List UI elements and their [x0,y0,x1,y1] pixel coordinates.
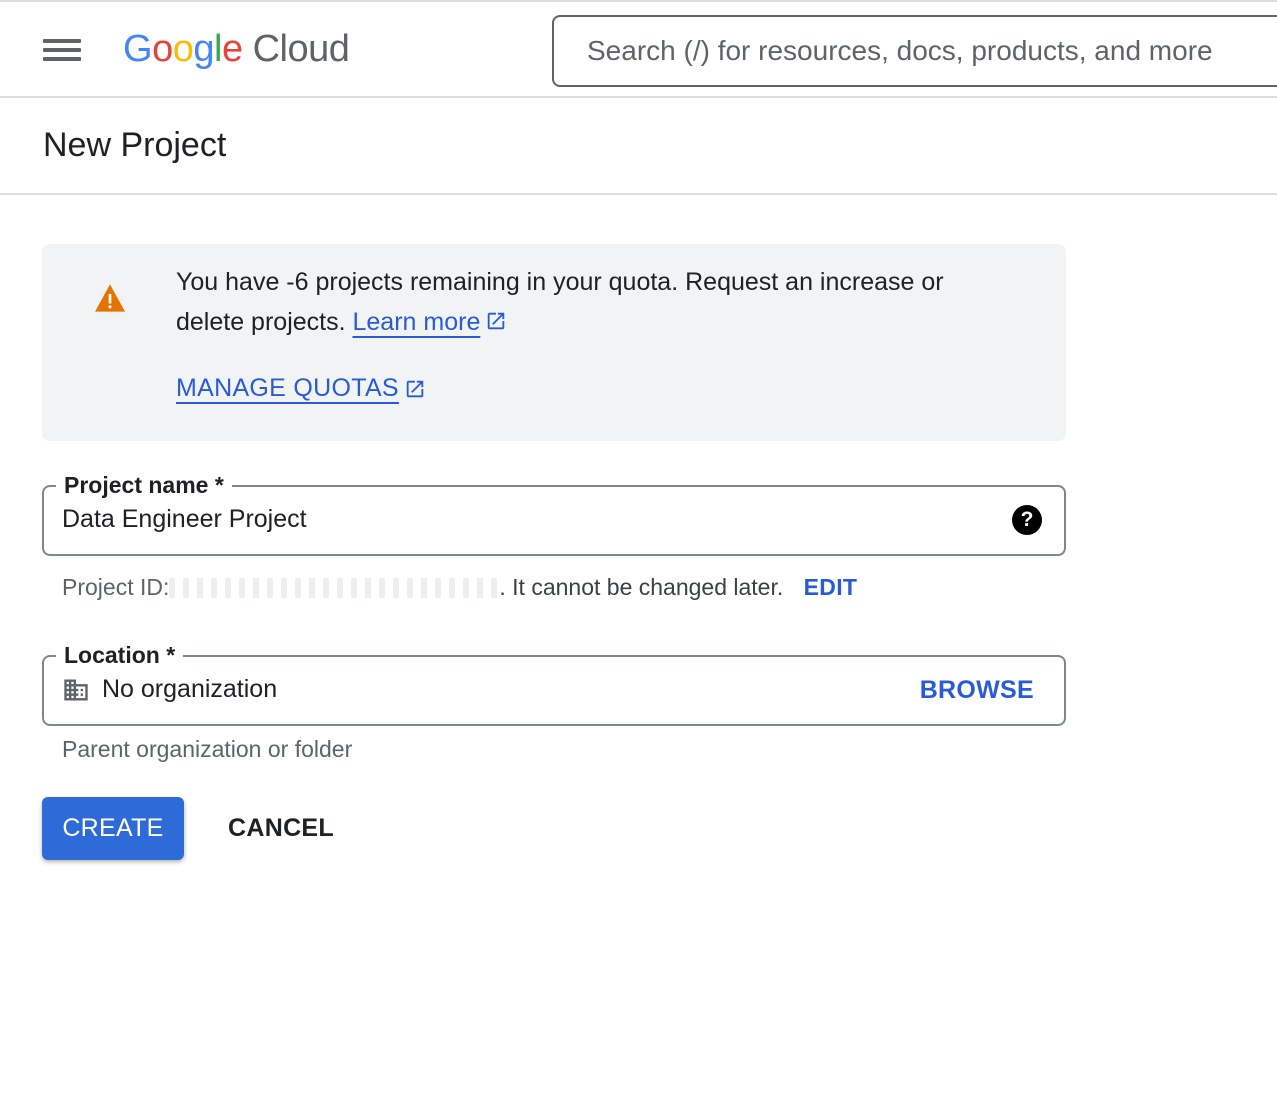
page-title: New Project [43,126,227,164]
project-id-prefix: Project ID: [62,574,170,600]
google-cloud-logo[interactable]: Google Cloud [123,28,350,76]
top-bar: Google Cloud [0,0,1277,98]
location-value: No organization [102,675,278,703]
quota-alert-message: You have -6 projects remaining in your q… [176,262,1016,342]
external-link-icon [406,380,424,397]
page-header: New Project [0,98,1277,195]
manage-quotas-link[interactable]: MANAGE QUOTAS [176,374,426,403]
organization-icon [64,679,88,701]
external-link-icon[interactable] [485,310,507,332]
project-id-hint: Project ID: . It cannot be changed later.… [62,574,857,601]
main-menu-button[interactable] [36,32,88,72]
alert-message-text: You have -6 projects remaining in your q… [176,268,944,336]
hamburger-icon [43,39,81,43]
cancel-button[interactable]: CANCEL [215,797,347,860]
project-name-label: Project name * [56,470,232,500]
browse-button[interactable]: BROWSE [920,676,1034,705]
learn-more-link[interactable]: Learn more [353,308,481,336]
warning-icon [95,284,125,312]
google-wordmark: Google [123,28,243,70]
location-label: Location * [56,640,184,670]
search-input[interactable] [554,17,1277,85]
project-id-redacted [169,578,500,598]
edit-project-id-button[interactable]: EDIT [804,574,858,600]
project-name-input[interactable] [62,505,962,534]
project-id-suffix: . It cannot be changed later. [499,574,784,600]
manage-quotas-label: MANAGE QUOTAS [176,374,399,402]
location-hint: Parent organization or folder [62,736,353,762]
create-button[interactable]: CREATE [42,797,184,860]
search-bar[interactable] [552,15,1277,87]
project-name-field[interactable]: Project name * ? [42,470,1066,556]
cloud-wordmark: Cloud [252,28,350,70]
help-icon[interactable]: ? [1012,505,1042,535]
location-field[interactable]: Location * No organization BROWSE [42,640,1066,726]
